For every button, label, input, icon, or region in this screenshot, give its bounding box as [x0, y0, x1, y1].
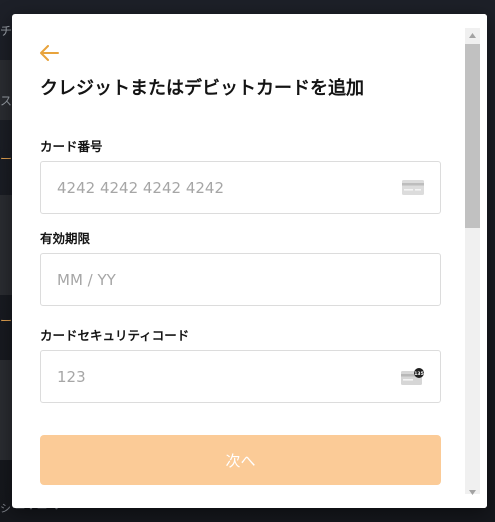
- cvc-badge-text: 135: [414, 371, 424, 377]
- expiry-field: [40, 253, 441, 306]
- card-cvc-icon: 135: [401, 368, 424, 385]
- cvc-label: カードセキュリティコード: [40, 328, 190, 343]
- card-number-field: [40, 161, 441, 214]
- scroll-up-button[interactable]: [465, 28, 480, 42]
- scroll-down-button[interactable]: [465, 485, 480, 499]
- background-text: ー: [0, 314, 13, 328]
- cvc-field: 135: [40, 350, 441, 403]
- card-number-label: カード番号: [40, 139, 103, 154]
- caret-down-icon: [469, 489, 476, 495]
- background-text: ー: [0, 152, 13, 166]
- next-button[interactable]: 次へ: [40, 435, 441, 485]
- dialog-title: クレジットまたはデビットカードを追加: [40, 78, 364, 99]
- dialog-content: クレジットまたはデビットカードを追加 カード番号 有効期限 カードセキュリティコ…: [12, 14, 458, 508]
- scrollbar[interactable]: [458, 14, 487, 508]
- scrollbar-thumb[interactable]: [465, 44, 480, 228]
- card-number-input[interactable]: [41, 162, 371, 213]
- arrow-left-icon: [40, 45, 59, 61]
- expiry-input[interactable]: [41, 254, 371, 305]
- expiry-label: 有効期限: [40, 231, 91, 246]
- back-button[interactable]: [38, 42, 60, 64]
- cvc-input[interactable]: [41, 351, 371, 402]
- credit-card-icon: [402, 180, 424, 195]
- add-card-dialog: クレジットまたはデビットカードを追加 カード番号 有効期限 カードセキュリティコ…: [12, 14, 487, 508]
- caret-up-icon: [469, 32, 476, 38]
